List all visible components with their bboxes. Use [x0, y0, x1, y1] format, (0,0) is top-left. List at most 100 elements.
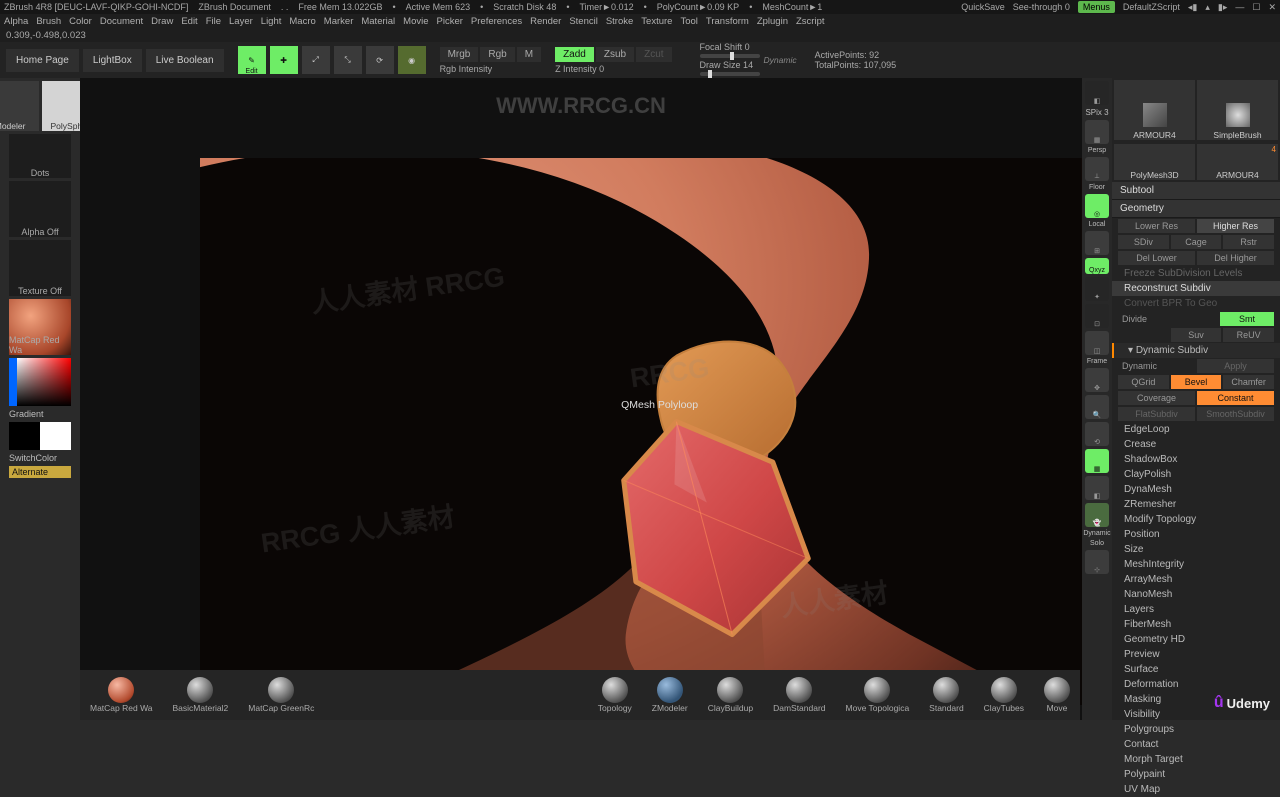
rstr[interactable]: Rstr — [1223, 235, 1274, 249]
higher-res[interactable]: Higher Res — [1197, 219, 1274, 233]
gradient-toggle[interactable]: Gradient — [9, 409, 71, 419]
edit-button[interactable]: ✎Edit — [238, 46, 266, 74]
alternate-button[interactable]: Alternate — [9, 466, 71, 478]
menu-color[interactable]: Color — [69, 16, 92, 27]
polypaint[interactable]: Polypaint — [1112, 767, 1280, 782]
scale-button[interactable]: ⤡ — [334, 46, 362, 74]
gizmo-button[interactable]: ◉ — [398, 46, 426, 74]
m-button[interactable]: M — [517, 47, 541, 62]
local-icon[interactable]: ◎ — [1085, 194, 1109, 218]
close-icon[interactable]: ✕ — [1268, 2, 1276, 13]
swatch-pair[interactable] — [9, 422, 71, 450]
uvmap[interactable]: UV Map — [1112, 782, 1280, 797]
lower-res[interactable]: Lower Res — [1118, 219, 1195, 233]
menus-toggle[interactable]: Menus — [1078, 1, 1115, 13]
zcut-button[interactable]: Zcut — [636, 47, 671, 62]
qgrid-button[interactable]: QGrid — [1118, 375, 1169, 389]
z-intensity[interactable]: Z Intensity 0 — [555, 64, 671, 74]
rgb-button[interactable]: Rgb — [480, 47, 514, 62]
floor-icon[interactable]: ⟂ — [1085, 157, 1109, 181]
morphtarget[interactable]: Morph Target — [1112, 752, 1280, 767]
menu-macro[interactable]: Macro — [289, 16, 315, 27]
texture-picker[interactable]: Texture Off — [9, 240, 71, 296]
seethrough[interactable]: See-through 0 — [1013, 2, 1070, 12]
brush-claybuildup[interactable]: ClayBuildup — [708, 677, 753, 713]
center-icon[interactable]: ⊡ — [1085, 304, 1109, 328]
chamfer-button[interactable]: Chamfer — [1223, 375, 1274, 389]
qxyz-button[interactable]: Qxyz — [1085, 258, 1109, 274]
menu-preferences[interactable]: Preferences — [471, 16, 522, 27]
persp-icon[interactable]: ▦ — [1085, 120, 1109, 144]
home-page-button[interactable]: Home Page — [6, 49, 79, 72]
menu-zplugin[interactable]: Zplugin — [757, 16, 788, 27]
canvas-area[interactable]: QMesh Polyloop 人人素材 RRCG RRCG RRCG 人人素材 … — [80, 78, 1082, 720]
dynamic-button[interactable]: Dynamic — [1118, 359, 1195, 373]
contact[interactable]: Contact — [1112, 737, 1280, 752]
dynamic-label[interactable]: Dynamic — [764, 55, 797, 65]
brush-claytubes[interactable]: ClayTubes — [984, 677, 1024, 713]
del-higher[interactable]: Del Higher — [1197, 251, 1274, 265]
smoothsubdiv[interactable]: SmoothSubdiv — [1197, 407, 1274, 421]
preview[interactable]: Preview — [1112, 647, 1280, 662]
solo-button[interactable]: Solo — [1090, 540, 1104, 547]
menu-light[interactable]: Light — [261, 16, 282, 27]
mat-green[interactable]: MatCap GreenRc — [248, 677, 314, 713]
xpose-icon[interactable]: ⊹ — [1085, 550, 1109, 574]
zremesher[interactable]: ZRemesher — [1112, 497, 1280, 512]
subtool-header[interactable]: Subtool — [1112, 182, 1280, 200]
brush-movetopo[interactable]: Move Topologica — [846, 677, 910, 713]
caret-left-icon[interactable]: ◂▮ — [1188, 2, 1197, 13]
polyframe-icon[interactable]: ▦ — [1085, 449, 1109, 473]
tool-armour4b[interactable]: ARMOUR44 — [1197, 144, 1278, 180]
nanomesh[interactable]: NanoMesh — [1112, 587, 1280, 602]
menu-file[interactable]: File — [206, 16, 221, 27]
move3d-icon[interactable]: ✥ — [1085, 368, 1109, 392]
modify-topology[interactable]: Modify Topology — [1112, 512, 1280, 527]
position[interactable]: Position — [1112, 527, 1280, 542]
menu-alpha[interactable]: Alpha — [4, 16, 28, 27]
reuv-button[interactable]: ReUV — [1223, 328, 1274, 342]
spix[interactable]: SPix 3 — [1085, 108, 1108, 117]
tool-simplebrush[interactable]: SimpleBrush — [1197, 80, 1278, 140]
edgeloop[interactable]: EdgeLoop — [1112, 422, 1280, 437]
menu-layer[interactable]: Layer — [229, 16, 253, 27]
reconstruct-subdiv[interactable]: Reconstruct Subdiv — [1112, 281, 1280, 296]
flatsubdiv[interactable]: FlatSubdiv — [1118, 407, 1195, 421]
menu-transform[interactable]: Transform — [706, 16, 749, 27]
brush-damstandard[interactable]: DamStandard — [773, 677, 825, 713]
dynamic-subdiv-header[interactable]: ▾ Dynamic Subdiv — [1112, 343, 1280, 358]
shadowbox[interactable]: ShadowBox — [1112, 452, 1280, 467]
crease[interactable]: Crease — [1112, 437, 1280, 452]
geometryhd[interactable]: Geometry HD — [1112, 632, 1280, 647]
suv-button[interactable]: Suv — [1171, 328, 1222, 342]
minimize-icon[interactable]: — — [1235, 2, 1244, 12]
freeze-subdiv[interactable]: Freeze SubDivision Levels — [1112, 266, 1280, 281]
tool-armour4[interactable]: ARMOUR4 — [1114, 80, 1195, 140]
material-picker[interactable]: MatCap Red Wa — [9, 299, 71, 355]
maximize-icon[interactable]: ☐ — [1252, 2, 1260, 13]
size[interactable]: Size — [1112, 542, 1280, 557]
arraymesh[interactable]: ArrayMesh — [1112, 572, 1280, 587]
tool-history-icon[interactable]: ◧ — [1085, 81, 1109, 105]
apply-button[interactable]: Apply — [1197, 359, 1274, 373]
xyz-icon[interactable]: ✦ — [1085, 277, 1109, 301]
fibermesh[interactable]: FiberMesh — [1112, 617, 1280, 632]
menu-material[interactable]: Material — [361, 16, 395, 27]
claypolish[interactable]: ClayPolish — [1112, 467, 1280, 482]
menu-draw[interactable]: Draw — [151, 16, 173, 27]
zsub-button[interactable]: Zsub — [596, 47, 634, 62]
menu-texture[interactable]: Texture — [641, 16, 672, 27]
lock-icon[interactable]: ⊞ — [1085, 231, 1109, 255]
deformation[interactable]: Deformation — [1112, 677, 1280, 692]
move-button[interactable]: ⤢ — [302, 46, 330, 74]
surface[interactable]: Surface — [1112, 662, 1280, 677]
ghost-icon[interactable]: 👻 — [1085, 503, 1109, 527]
cage[interactable]: Cage — [1171, 235, 1222, 249]
mrgb-button[interactable]: Mrgb — [440, 47, 479, 62]
caret-up-icon[interactable]: ▴ — [1205, 2, 1210, 13]
transp-icon[interactable]: ◧ — [1085, 476, 1109, 500]
menu-movie[interactable]: Movie — [403, 16, 428, 27]
color-picker[interactable] — [9, 358, 71, 406]
draw-size[interactable]: Draw Size 14 — [700, 60, 760, 70]
stroke-dots[interactable]: Dots — [9, 134, 71, 178]
